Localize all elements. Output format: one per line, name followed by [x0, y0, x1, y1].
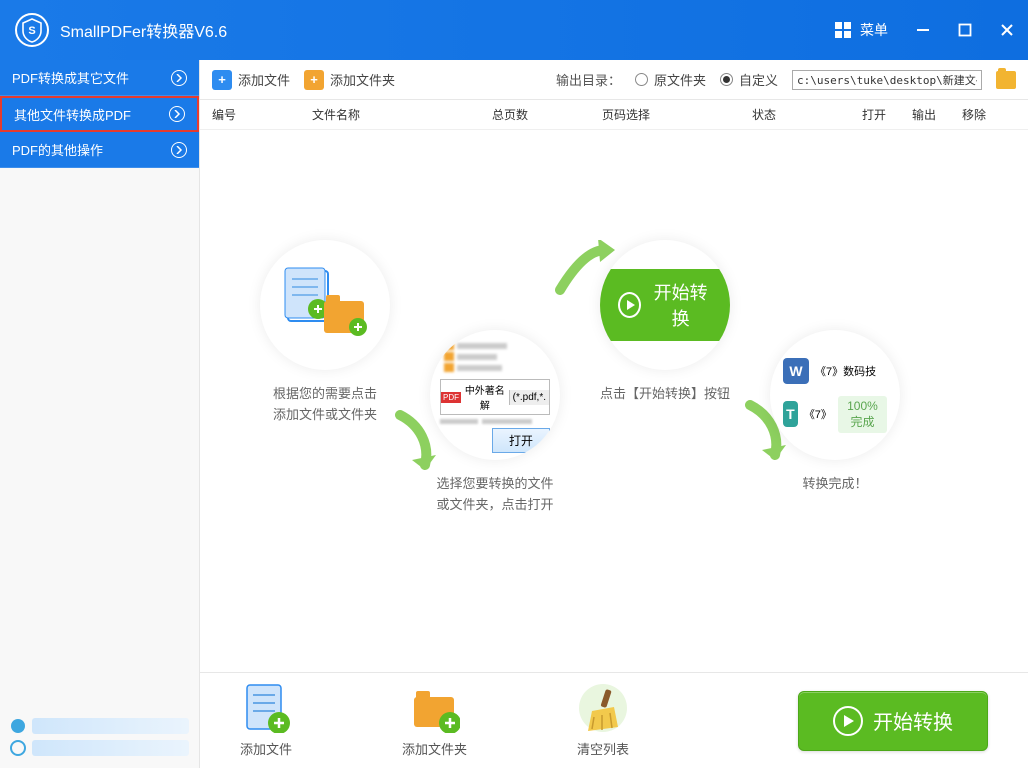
app-title: SmallPDFer转换器V6.6 [60, 18, 834, 42]
play-icon [618, 292, 641, 318]
col-filename: 文件名称 [312, 106, 492, 123]
guide-canvas: 根据您的需要点击 添加文件或文件夹 PDF中外著名解(*.pdf,*. 打开 [200, 130, 1028, 672]
col-remove: 移除 [962, 106, 1002, 123]
guide-step-1: 根据您的需要点击 添加文件或文件夹 [260, 240, 390, 426]
sidebar-item-label: PDF转换成其它文件 [12, 68, 129, 87]
minimize-button[interactable] [914, 21, 932, 39]
start-convert-button[interactable]: 开始转换 [798, 691, 988, 751]
add-file-label: 添加文件 [238, 70, 290, 89]
chevron-right-icon [171, 70, 187, 86]
col-open: 打开 [862, 106, 912, 123]
step4-caption: 转换完成！ [770, 474, 900, 495]
play-icon [833, 706, 863, 736]
app-logo: S [12, 10, 52, 50]
ie-icon [10, 740, 26, 756]
svg-text:S: S [28, 25, 35, 37]
col-output: 输出 [912, 106, 962, 123]
col-index: 编号 [212, 106, 312, 123]
grid-icon [834, 21, 852, 39]
menu-button[interactable]: 菜单 [834, 20, 888, 40]
chevron-right-icon [171, 142, 187, 158]
step1-caption: 根据您的需要点击 添加文件或文件夹 [260, 384, 390, 426]
add-folder-button[interactable]: + 添加文件夹 [304, 70, 395, 90]
social-links [0, 710, 199, 768]
step3-caption: 点击【开始转换】按钮 [600, 384, 730, 405]
add-folder-icon [410, 683, 460, 733]
sidebar-item-label: 其他文件转换成PDF [14, 105, 131, 124]
add-file-icon: + [212, 70, 232, 90]
sidebar-item-other-to-pdf[interactable]: 其他文件转换成PDF [0, 96, 199, 132]
sidebar-item-pdf-to-other[interactable]: PDF转换成其它文件 [0, 60, 199, 96]
browse-folder-button[interactable] [996, 71, 1016, 89]
sidebar: PDF转换成其它文件 其他文件转换成PDF PDF的其他操作 [0, 60, 200, 768]
broom-icon [578, 683, 628, 733]
guide-step-4: W《7》数码技 T《7》100% 完成 转换完成！ [770, 330, 900, 495]
add-file-button[interactable]: + 添加文件 [212, 70, 290, 90]
output-path-input[interactable] [792, 70, 982, 90]
col-status: 状态 [752, 106, 862, 123]
close-button[interactable] [998, 21, 1016, 39]
radio-custom-folder[interactable]: 自定义 [720, 70, 778, 89]
add-file-icon [241, 683, 291, 733]
sidebar-item-pdf-other-ops[interactable]: PDF的其他操作 [0, 132, 199, 168]
guide-step-2: PDF中外著名解(*.pdf,*. 打开 选择您要转换的文件 或文件夹，点击打开 [430, 330, 560, 516]
radio-icon [635, 73, 648, 86]
col-pages: 总页数 [492, 106, 602, 123]
table-header: 编号 文件名称 总页数 页码选择 状态 打开 输出 移除 [200, 100, 1028, 130]
menu-label: 菜单 [860, 20, 888, 40]
radio-original-folder[interactable]: 原文件夹 [635, 70, 706, 89]
bottom-clear-list[interactable]: 清空列表 [577, 683, 629, 758]
guide-step-3: 开始转换 点击【开始转换】按钮 [600, 240, 730, 405]
maximize-button[interactable] [956, 21, 974, 39]
complete-illustration: W《7》数码技 T《7》100% 完成 [775, 350, 895, 441]
radio-checked-icon [720, 73, 733, 86]
bottom-bar: 添加文件 添加文件夹 清空列表 开始转换 [200, 672, 1028, 768]
add-files-illustration [280, 265, 370, 345]
start-convert-illustration: 开始转换 [600, 269, 730, 341]
output-dir-label: 输出目录： [556, 70, 621, 89]
toolbar: + 添加文件 + 添加文件夹 输出目录： 原文件夹 自定义 [200, 60, 1028, 100]
add-folder-label: 添加文件夹 [330, 70, 395, 89]
file-dialog-illustration: PDF中外著名解(*.pdf,*. 打开 [440, 337, 550, 453]
ie-link[interactable] [10, 740, 189, 756]
chevron-right-icon [169, 106, 185, 122]
qq-link[interactable] [10, 718, 189, 734]
bottom-add-file[interactable]: 添加文件 [240, 683, 292, 758]
sidebar-item-label: PDF的其他操作 [12, 140, 103, 159]
bottom-add-folder[interactable]: 添加文件夹 [402, 683, 467, 758]
step2-caption: 选择您要转换的文件 或文件夹，点击打开 [430, 474, 560, 516]
add-folder-icon: + [304, 70, 324, 90]
qq-icon [10, 718, 26, 734]
col-page-select: 页码选择 [602, 106, 752, 123]
